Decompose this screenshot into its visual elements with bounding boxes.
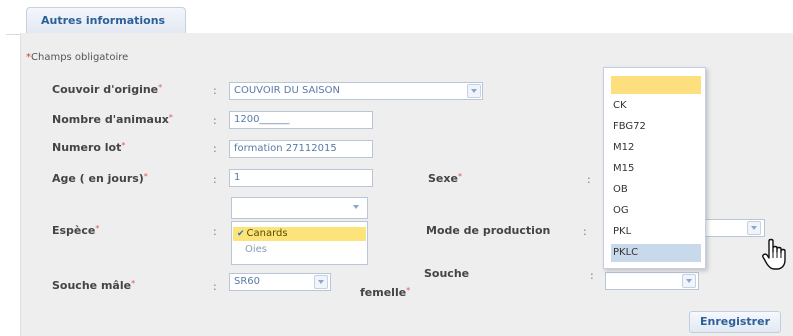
dropdown-option-pklc[interactable]: PKLC (611, 244, 701, 262)
mode-production-dropdown-arrow-icon[interactable] (747, 221, 761, 235)
espece-label: Espèce* (52, 224, 100, 237)
colon: : (213, 225, 217, 238)
colon: : (213, 142, 217, 155)
espece-search-input[interactable] (231, 197, 368, 219)
numero-lot-label: Numero lot* (52, 141, 126, 154)
dropdown-option-m15[interactable]: M15 (611, 160, 701, 178)
espece-option-canards[interactable]: ✔ Canards (233, 227, 366, 241)
nombre-animaux-input[interactable]: 1200______ (229, 111, 373, 129)
espece-option-oies[interactable]: Oies (233, 243, 366, 257)
souche-male-label: Souche mâle* (52, 279, 136, 292)
hand-cursor-icon (762, 238, 786, 270)
dropdown-option-og[interactable]: OG (611, 202, 701, 220)
espece-listbox[interactable]: ✔ Canards Oies (231, 221, 368, 265)
required-fields-note: *Champs obligatoire (26, 52, 129, 63)
dropdown-option-empty[interactable] (611, 76, 701, 94)
nombre-animaux-label: Nombre d'animaux* (52, 113, 173, 126)
souche-dropdown-list[interactable]: CK FBG72 M12 M15 OB OG PKL PKLC (603, 67, 706, 269)
couvoir-value: COUVOIR DU SAISON (234, 85, 341, 96)
check-icon: ✔ (237, 229, 245, 239)
souche-male-select[interactable]: SR60 (229, 273, 331, 291)
couvoir-label: Couvoir d'origine* (52, 83, 163, 96)
numero-lot-input[interactable]: formation 27112015 (229, 140, 373, 158)
age-input[interactable]: 1 (229, 169, 373, 187)
mode-production-select[interactable] (703, 219, 765, 237)
dropdown-option-m12[interactable]: M12 (611, 139, 701, 157)
colon: : (583, 225, 587, 238)
age-label: Age ( en jours)* (52, 172, 148, 185)
souche-male-value: SR60 (234, 276, 261, 287)
dropdown-option-fbg72[interactable]: FBG72 (611, 118, 701, 136)
mode-production-label: Mode de production (426, 224, 551, 237)
dropdown-option-ck[interactable]: CK (611, 97, 701, 115)
chevron-down-icon[interactable] (350, 201, 364, 215)
souche-femelle-select[interactable] (605, 272, 699, 290)
tab-autres-informations[interactable]: Autres informations (26, 7, 186, 33)
colon: : (213, 114, 217, 127)
sexe-label: Sexe* (428, 172, 462, 185)
save-button[interactable]: Enregistrer (689, 311, 781, 333)
colon: : (213, 173, 217, 186)
souche-femelle-label-line2: femelle* (360, 286, 411, 299)
dropdown-option-ob[interactable]: OB (611, 181, 701, 199)
colon: : (587, 173, 591, 186)
dropdown-option-pkl[interactable]: PKL (611, 223, 701, 241)
couvoir-select[interactable]: COUVOIR DU SAISON (229, 82, 483, 100)
souche-femelle-label-line1: Souche (424, 267, 470, 280)
tab-strip: Autres informations (6, 0, 793, 35)
colon: : (213, 280, 217, 293)
colon: : (213, 84, 217, 97)
souche-femelle-dropdown-arrow-icon[interactable] (682, 274, 696, 288)
souche-male-dropdown-arrow-icon[interactable] (314, 275, 328, 289)
couvoir-dropdown-arrow-icon[interactable] (467, 84, 481, 98)
colon: : (590, 269, 594, 282)
